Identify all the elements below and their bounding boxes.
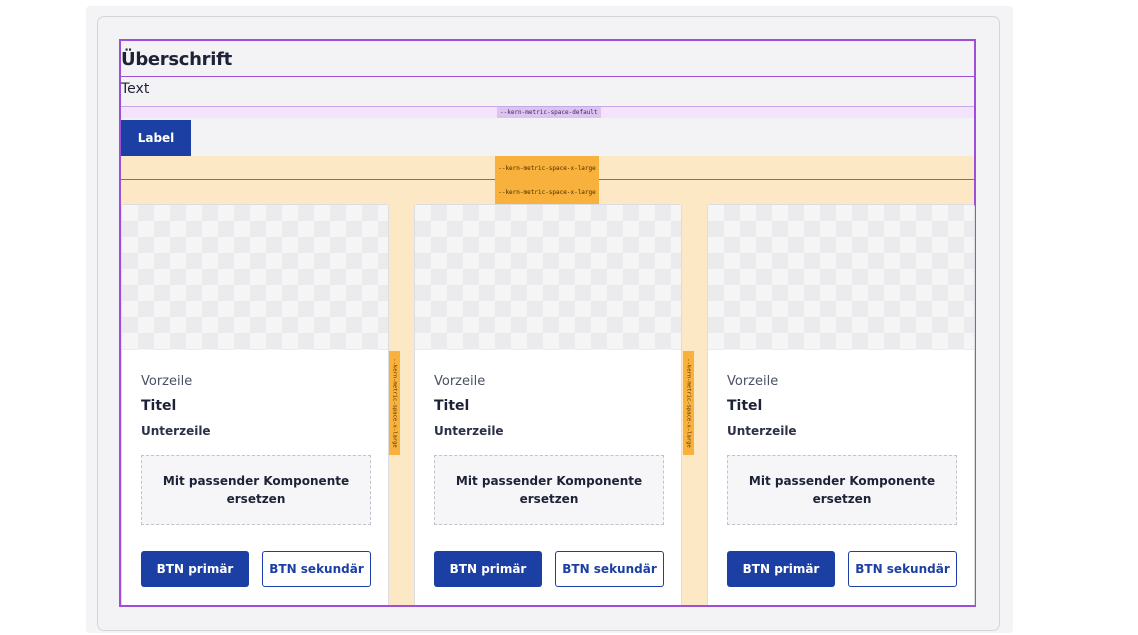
image-placeholder (122, 205, 388, 350)
card: Vorzeile Titel Unterzeile Mit passender … (707, 204, 975, 605)
secondary-button[interactable]: BTN sekundär (262, 551, 371, 587)
card-preline: Vorzeile (434, 374, 486, 389)
gap-label-text: --kern-metric-space-x-large (391, 358, 398, 448)
image-placeholder (708, 205, 974, 350)
primary-button[interactable]: BTN primär (434, 551, 542, 587)
spacing-x-large-label-1: --kern-metric-space-x-large (495, 156, 599, 180)
component-placeholder: Mit passender Komponente ersetzen (141, 455, 371, 525)
gap-label-text: --kern-metric-space-x-large (685, 358, 692, 448)
card: Vorzeile Titel Unterzeile Mit passender … (414, 204, 682, 605)
card-title: Titel (141, 398, 177, 414)
text-row: Text (121, 77, 974, 107)
spacing-x-large-indicator-1: --kern-metric-space-x-large (121, 156, 974, 180)
primary-button[interactable]: BTN primär (727, 551, 835, 587)
primary-button[interactable]: BTN primär (141, 551, 249, 587)
spacing-x-large-indicator-2: --kern-metric-space-x-large (121, 180, 974, 204)
body-text: Text (121, 81, 150, 97)
image-placeholder (415, 205, 681, 350)
component-placeholder: Mit passender Komponente ersetzen (727, 455, 957, 525)
heading-row: Überschrift (121, 41, 974, 77)
card-subline: Unterzeile (141, 424, 211, 438)
secondary-button[interactable]: BTN sekundär (848, 551, 957, 587)
spacing-x-large-gap-label-2: --kern-metric-space-x-large (683, 351, 694, 455)
spacing-default-indicator: --kern-metric-space-default (121, 107, 974, 118)
card-preline: Vorzeile (727, 374, 779, 389)
secondary-button[interactable]: BTN sekundär (555, 551, 664, 587)
component-placeholder: Mit passender Komponente ersetzen (434, 455, 664, 525)
card-subline: Unterzeile (727, 424, 797, 438)
label-tag[interactable]: Label (121, 120, 191, 156)
card: Vorzeile Titel Unterzeile Mit passender … (121, 204, 389, 605)
card-title: Titel (434, 398, 470, 414)
spacing-x-large-gap-label-1: --kern-metric-space-x-large (389, 351, 400, 455)
card-preline: Vorzeile (141, 374, 193, 389)
cards-row: Vorzeile Titel Unterzeile Mit passender … (121, 204, 975, 605)
spacing-x-large-label-2: --kern-metric-space-x-large (495, 180, 599, 204)
card-title: Titel (727, 398, 763, 414)
heading: Überschrift (121, 49, 232, 70)
card-subline: Unterzeile (434, 424, 504, 438)
spacing-default-label: --kern-metric-space-default (497, 107, 601, 118)
layout-container: Überschrift Text --kern-metric-space-def… (119, 39, 976, 607)
